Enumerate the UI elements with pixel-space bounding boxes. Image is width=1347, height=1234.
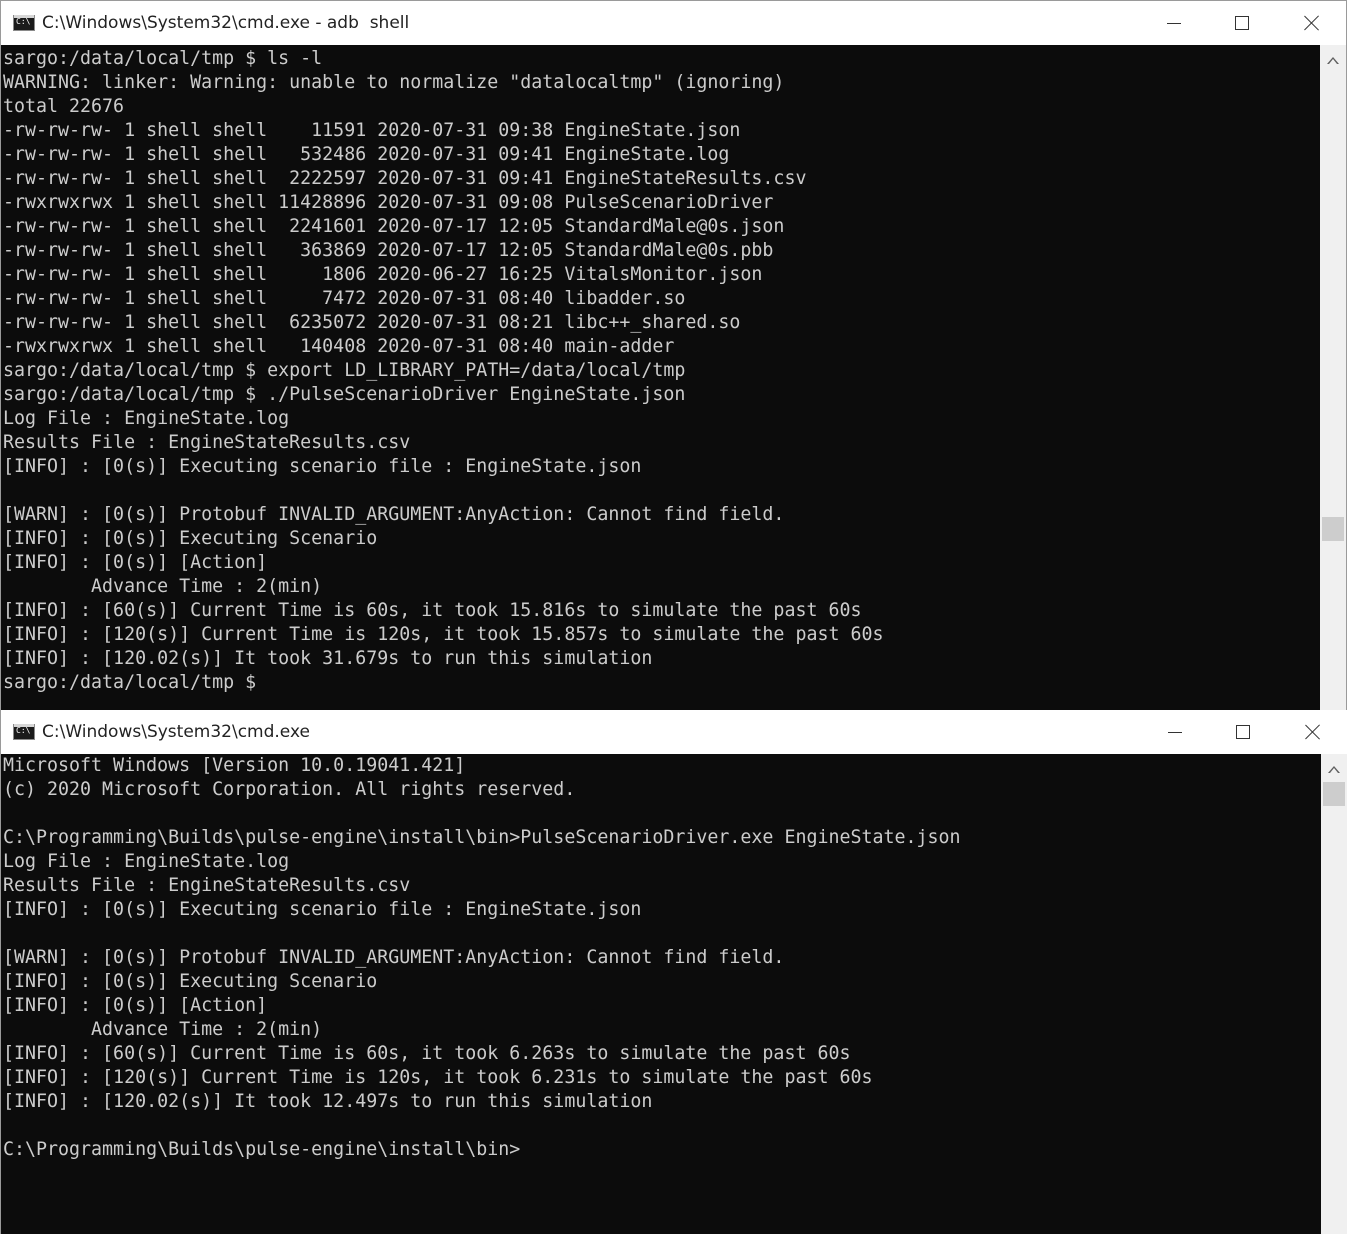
minimize-button[interactable] (1141, 710, 1209, 754)
console-line: -rwxrwxrwx 1 shell shell 140408 2020-07-… (3, 336, 675, 357)
maximize-icon (1235, 16, 1249, 30)
close-icon (1304, 723, 1322, 741)
minimize-button[interactable] (1140, 1, 1208, 45)
console-line: -rw-rw-rw- 1 shell shell 11591 2020-07-3… (3, 120, 741, 141)
console-line: [INFO] : [120.02(s)] It took 31.679s to … (3, 648, 653, 669)
maximize-icon (1236, 725, 1250, 739)
console-line: C:\Programming\Builds\pulse-engine\insta… (3, 827, 961, 848)
console-output[interactable]: sargo:/data/local/tmp $ ls -l WARNING: li… (1, 45, 1320, 710)
console-line: -rw-rw-rw- 1 shell shell 6235072 2020-07… (3, 312, 741, 333)
maximize-button[interactable] (1209, 710, 1277, 754)
console-line: [INFO] : [120(s)] Current Time is 120s, … (3, 624, 884, 645)
console-line: [INFO] : [60(s)] Current Time is 60s, it… (3, 1043, 851, 1064)
maximize-button[interactable] (1208, 1, 1276, 45)
title-bar[interactable]: C:\Windows\System32\cmd.exe (1, 710, 1347, 754)
cmd-window: C:\Windows\System32\cmd.exe Microsoft Wi… (0, 710, 1347, 1234)
chevron-up-icon[interactable] (1327, 57, 1339, 64)
console-line: [INFO] : [0(s)] Executing scenario file … (3, 899, 642, 920)
console-line: -rw-rw-rw- 1 shell shell 532486 2020-07-… (3, 144, 730, 165)
adb-shell-window: C:\Windows\System32\cmd.exe - adb shell … (0, 0, 1347, 710)
console-line: sargo:/data/local/tmp $ ./PulseScenarioD… (3, 384, 686, 405)
console-line: Advance Time : 2(min) (3, 1019, 323, 1040)
scrollbar-thumb[interactable] (1322, 517, 1344, 541)
console-line: Results File : EngineStateResults.csv (3, 875, 411, 896)
cmd-icon[interactable] (13, 15, 35, 31)
window-title: C:\Windows\System32\cmd.exe - adb shell (42, 13, 410, 33)
console-line: [WARN] : [0(s)] Protobuf INVALID_ARGUMEN… (3, 504, 785, 525)
console-line: [INFO] : [0(s)] [Action] (3, 552, 268, 573)
console-line: -rw-rw-rw- 1 shell shell 7472 2020-07-31… (3, 288, 686, 309)
console-line: [INFO] : [0(s)] [Action] (3, 995, 268, 1016)
console-line: [INFO] : [120.02(s)] It took 12.497s to … (3, 1091, 653, 1112)
console-line: [INFO] : [0(s)] Executing Scenario (3, 528, 378, 549)
console-line: -rw-rw-rw- 1 shell shell 363869 2020-07-… (3, 240, 774, 261)
vertical-scrollbar[interactable] (1320, 45, 1346, 710)
console-line: sargo:/data/local/tmp $ ls -l (3, 48, 323, 69)
chevron-up-icon[interactable] (1328, 766, 1340, 773)
close-button[interactable] (1279, 710, 1347, 754)
console-line: -rw-rw-rw- 1 shell shell 2222597 2020-07… (3, 168, 807, 189)
minimize-icon (1167, 22, 1181, 24)
console-line: -rwxrwxrwx 1 shell shell 11428896 2020-0… (3, 192, 774, 213)
console-line: total 22676 (3, 96, 125, 117)
console-line: Microsoft Windows [Version 10.0.19041.42… (3, 755, 466, 776)
close-button[interactable] (1278, 1, 1346, 45)
console-line: sargo:/data/local/tmp $ export LD_LIBRAR… (3, 360, 686, 381)
console-line: [INFO] : [0(s)] Executing scenario file … (3, 456, 642, 477)
console-line: Advance Time : 2(min) (3, 576, 323, 597)
window-title: C:\Windows\System32\cmd.exe (42, 722, 310, 742)
console-line: [INFO] : [0(s)] Executing Scenario (3, 971, 378, 992)
console-line: -rw-rw-rw- 1 shell shell 1806 2020-06-27… (3, 264, 763, 285)
console-line: (c) 2020 Microsoft Corporation. All righ… (3, 779, 576, 800)
vertical-scrollbar[interactable] (1321, 754, 1347, 1234)
cmd-icon[interactable] (13, 724, 35, 740)
console-line: Log File : EngineState.log (3, 408, 290, 429)
scrollbar-thumb[interactable] (1323, 782, 1345, 806)
console-line: WARNING: linker: Warning: unable to norm… (3, 72, 785, 93)
console-line: Log File : EngineState.log (3, 851, 290, 872)
console-line: [INFO] : [60(s)] Current Time is 60s, it… (3, 600, 862, 621)
console-output[interactable]: Microsoft Windows [Version 10.0.19041.42… (1, 754, 1321, 1234)
console-line: [WARN] : [0(s)] Protobuf INVALID_ARGUMEN… (3, 947, 785, 968)
close-icon (1303, 14, 1321, 32)
console-line: C:\Programming\Builds\pulse-engine\insta… (3, 1139, 521, 1160)
console-line: [INFO] : [120(s)] Current Time is 120s, … (3, 1067, 873, 1088)
console-line: -rw-rw-rw- 1 shell shell 2241601 2020-07… (3, 216, 785, 237)
console-line: sargo:/data/local/tmp $ (3, 672, 257, 693)
minimize-icon (1168, 731, 1182, 733)
console-line: Results File : EngineStateResults.csv (3, 432, 411, 453)
title-bar[interactable]: C:\Windows\System32\cmd.exe - adb shell (1, 1, 1346, 45)
